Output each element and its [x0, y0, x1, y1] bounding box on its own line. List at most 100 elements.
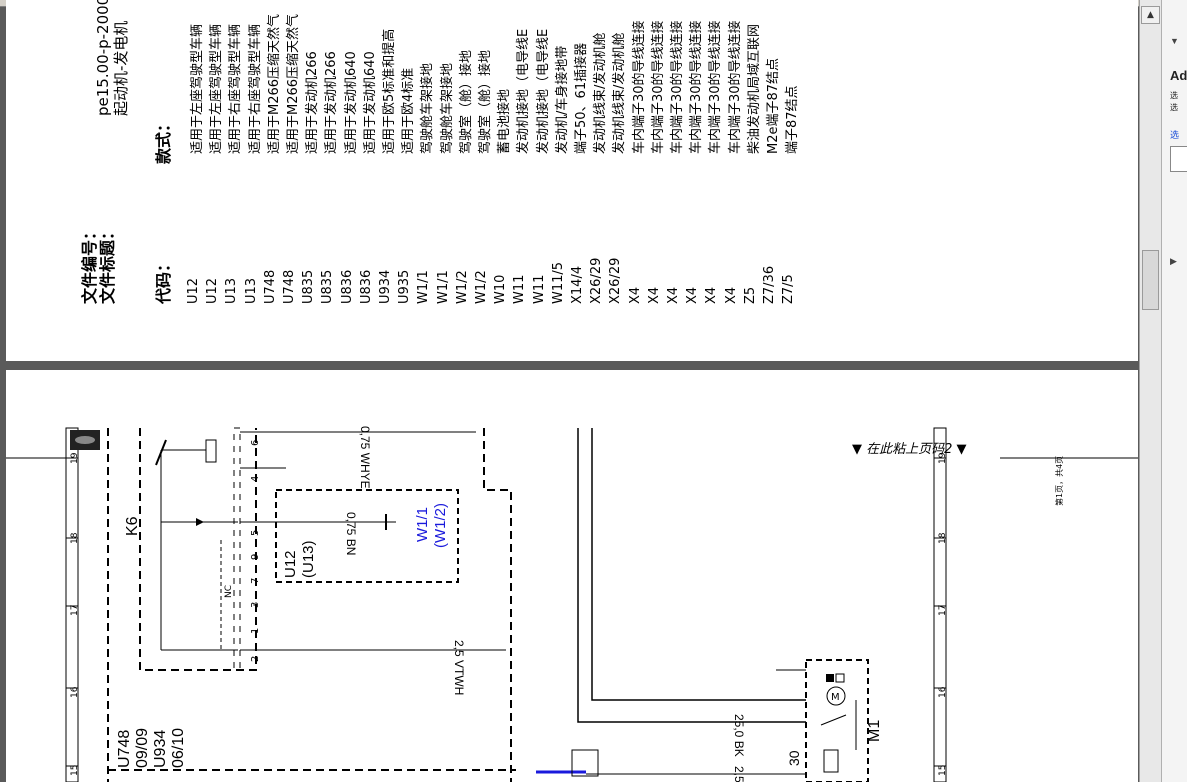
part-description: 发动机线束/发动机舱	[612, 32, 628, 154]
date-0909: 09/09	[134, 727, 151, 768]
part-code: U748	[262, 269, 278, 304]
w1-1-label: W1/1	[414, 506, 431, 542]
part-code: W1/1	[435, 270, 451, 304]
part-description: 适用于欧4标准	[401, 67, 417, 154]
collapse-arrow-icon[interactable]: ▼	[1170, 36, 1179, 46]
scroll-thumb[interactable]	[1142, 250, 1159, 310]
part-description: 适用于欧5标准和提高	[382, 28, 397, 154]
part-description: 柴油发动机局域互联网	[746, 23, 762, 154]
wire-whye: 0,75 WHYE	[358, 426, 372, 489]
k6-label: K6	[124, 516, 141, 536]
side-panel-line-1: 选	[1170, 91, 1178, 100]
pdf-page-1: pe15.00-p-2000 起动机-发电机 文件编号： 文件标题： 款式： 代…	[6, 0, 1138, 361]
part-description: M2e端子87结点	[766, 57, 781, 154]
part-code: X4	[685, 286, 701, 304]
relay-pin: 6	[250, 439, 261, 446]
relay-pin: 1	[250, 627, 261, 634]
part-code: X4	[627, 286, 643, 304]
grid-label-19: 19	[70, 452, 80, 464]
paste-page-number-here: ▼ 在此粘上页码2 ▼	[852, 442, 967, 457]
part-description: 车内端子30的导线连接	[670, 20, 685, 154]
part-code: U748	[282, 269, 297, 304]
u934-label: U934	[152, 729, 169, 768]
part-description: 适用于发动机266	[324, 51, 340, 154]
part-code: W11/5	[550, 261, 566, 304]
part-code: X4	[723, 286, 739, 304]
grid-label-18: 18	[70, 532, 80, 544]
part-description: 适用于左座驾驶型车辆	[190, 23, 205, 154]
w1-2-label: (W1/2)	[432, 503, 449, 548]
wire-vtwh-top: 2,5 VTWH	[452, 640, 466, 696]
vertical-scrollbar[interactable]: ▲	[1139, 0, 1161, 782]
part-code: U13	[243, 277, 259, 304]
m1-label: M1	[866, 719, 883, 742]
part-description: 车内端子30的导线连接	[727, 20, 743, 154]
side-panel-title: Ad	[1170, 68, 1187, 83]
part-code: W1/2	[474, 270, 489, 304]
part-code: X4	[704, 286, 720, 304]
part-code: Z5	[742, 286, 758, 304]
part-description: 适用于M266压缩天然气	[266, 13, 282, 154]
part-description: 适用于右座驾驶型车辆	[247, 23, 263, 154]
grid-label-right-17: 17	[938, 604, 948, 616]
side-panel-link[interactable]: 选	[1170, 128, 1179, 141]
part-code: U934	[378, 269, 393, 304]
part-description: 适用于发动机266	[305, 51, 321, 154]
part-code: Z7/36	[762, 265, 777, 304]
grid-label-16: 16	[70, 686, 80, 698]
part-code: X14/4	[570, 265, 585, 304]
part-description: 驾驶室（舱）接地	[458, 49, 474, 154]
part-description: 端子87结点	[785, 85, 801, 154]
wire-bk: 25,0 BK	[732, 714, 746, 757]
nc-label: NC	[224, 584, 234, 598]
file-title-value: 起动机-发电机	[112, 20, 130, 116]
side-panel-input[interactable]	[1170, 146, 1187, 172]
part-code: U12	[186, 277, 201, 304]
part-code: U835	[301, 269, 317, 304]
part-description: 适用于发动机640	[343, 51, 359, 154]
scroll-up-arrow-icon[interactable]: ▲	[1141, 6, 1160, 24]
wire-vtwh-bottom: 2,5 VTWH	[732, 766, 746, 782]
expand-arrow-icon[interactable]: ▶	[1170, 256, 1177, 267]
part-description: 适用于M266压缩天然气	[286, 13, 301, 154]
part-code: X26/29	[589, 257, 605, 304]
part-description: 蓄电池接地	[497, 88, 513, 154]
part-code: U13	[224, 277, 240, 304]
part-description: 发动机接地（电导线E	[516, 28, 532, 154]
part-code: U12	[205, 277, 221, 304]
terminal-30: 30	[786, 750, 802, 766]
part-description: 适用于发动机640	[362, 51, 378, 154]
part-code: X4	[666, 286, 681, 304]
part-description: 车内端子30的导线连接	[689, 20, 705, 154]
part-description: 车内端子30的导线连接	[708, 20, 724, 154]
wire-bn: 0,75 BN	[344, 512, 358, 556]
part-code: W11	[531, 274, 547, 304]
relay-pin: 9	[250, 553, 261, 560]
code-header: 代码：	[154, 255, 173, 304]
date-0610: 06/10	[170, 727, 187, 768]
part-description: 驾驶舱车架接地	[420, 62, 436, 154]
grid-label-right-16: 16	[938, 686, 948, 698]
part-code: W11	[512, 274, 528, 304]
part-description: 发动机接地（电导线E	[535, 28, 551, 154]
side-panel-line-2: 选	[1170, 103, 1178, 112]
u748-label: U748	[116, 729, 133, 768]
u13-label: (U13)	[300, 540, 317, 578]
relay-pin: 3	[250, 601, 261, 608]
svg-text:M: M	[831, 692, 840, 703]
page-info: 第1页，共4页	[1055, 455, 1064, 506]
part-description: 驾驶室（舱）接地	[478, 49, 493, 154]
part-description: 适用于右座驾驶型车辆	[228, 23, 244, 154]
part-description: 发动机线束/发动机舱	[593, 32, 609, 154]
part-code: X26/29	[608, 257, 624, 304]
grid-label-right-18: 18	[938, 532, 948, 544]
part-description: 车内端子30的导线连接	[631, 20, 647, 154]
relay-pin: 4	[250, 475, 261, 482]
part-description: 适用于左座驾驶型车辆	[209, 23, 225, 154]
part-code: U935	[397, 269, 413, 304]
grid-label-right-15: 15	[938, 764, 948, 776]
part-code: W1/2	[454, 270, 470, 304]
part-code: U836	[358, 269, 374, 304]
grid-label-15: 15	[70, 764, 80, 776]
wiring-diagram: M	[6, 427, 1138, 782]
